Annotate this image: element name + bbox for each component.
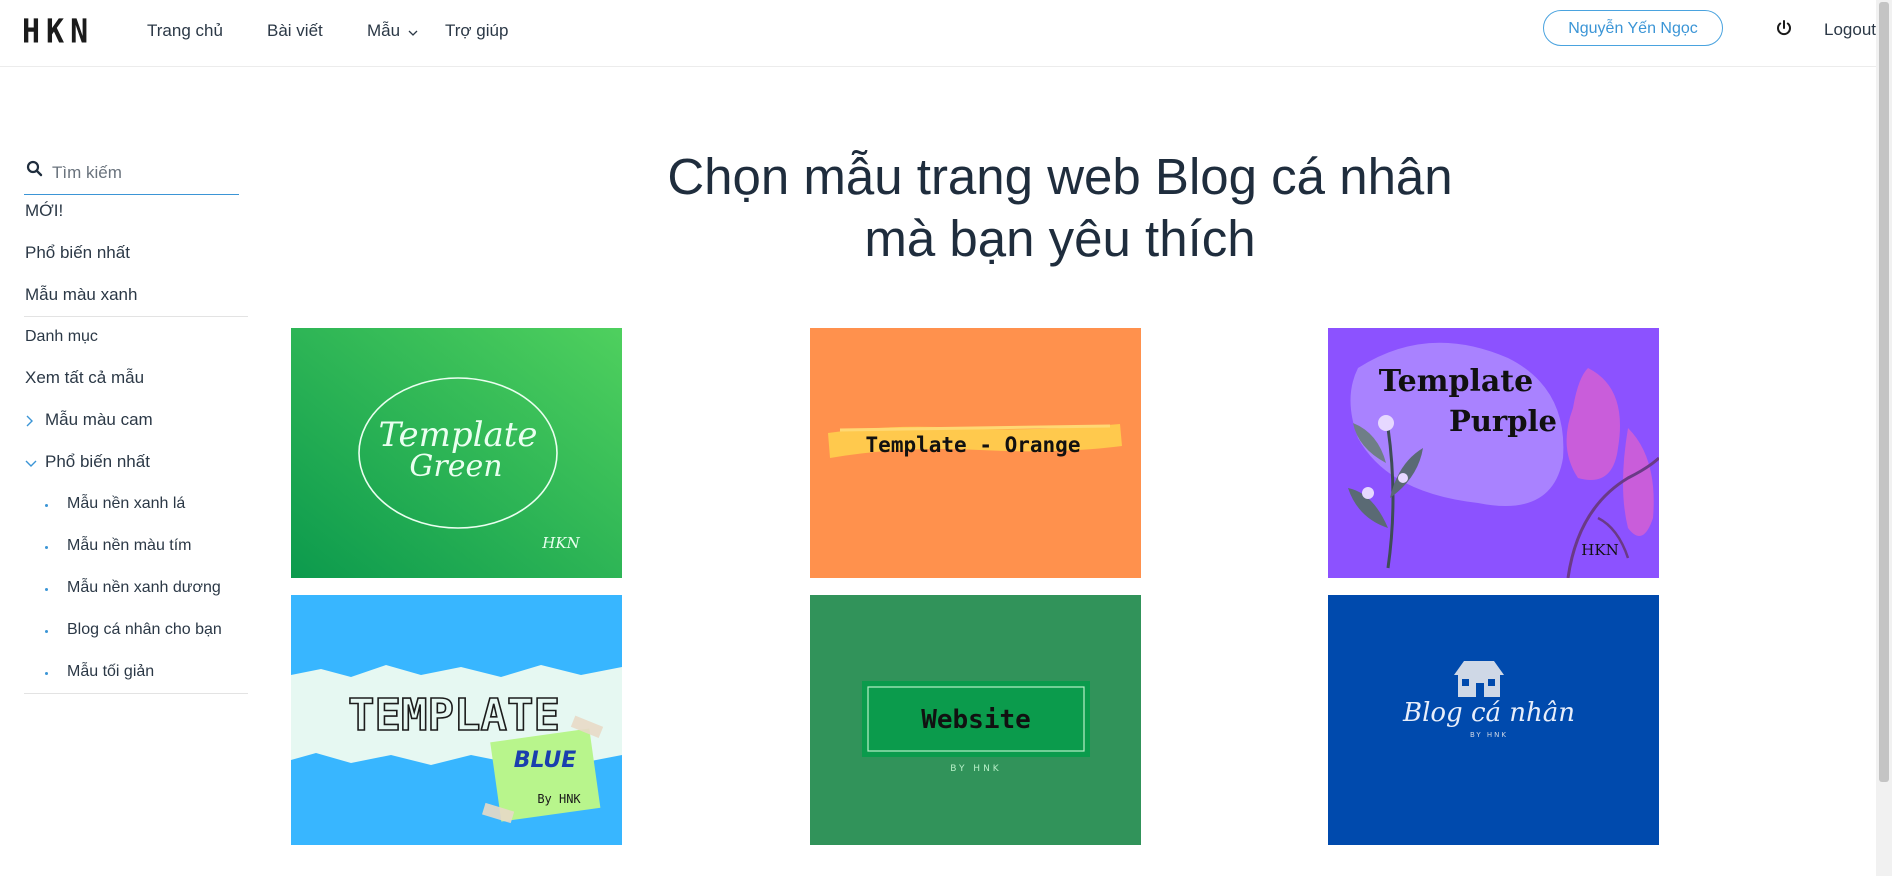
page-title-line1: Chọn mẫu trang web Blog cá nhân: [667, 148, 1453, 205]
chevron-down-icon: [408, 22, 418, 42]
chevron-right-icon[interactable]: [25, 414, 35, 432]
power-icon[interactable]: [1775, 19, 1793, 37]
page-title-line2: mà bạn yêu thích: [864, 210, 1256, 267]
bullet-dot: [45, 546, 48, 549]
house-icon: [1454, 661, 1504, 697]
scrollbar[interactable]: [1876, 0, 1892, 876]
search-box: [24, 154, 239, 195]
svg-text:HKN: HKN: [22, 14, 94, 44]
sidebar-subitem[interactable]: Mẫu nền xanh lá: [67, 495, 185, 513]
template-purple-line2: Purple: [1449, 404, 1557, 438]
nav-home[interactable]: Trang chủ: [147, 21, 223, 41]
sidebar-divider: [24, 316, 248, 317]
template-card-blog[interactable]: Blog cá nhân BY HNK: [1328, 595, 1659, 845]
logo[interactable]: HKN: [22, 13, 104, 51]
search-input[interactable]: [50, 158, 239, 188]
nav-posts[interactable]: Bài viết: [267, 21, 323, 41]
nav-help[interactable]: Trợ giúp: [445, 21, 508, 41]
template-website-label: Website: [921, 705, 1031, 735]
sidebar-divider: [24, 693, 248, 694]
template-green-brand: HKN: [541, 534, 580, 552]
template-green-line2: Green: [409, 449, 502, 484]
sidebar-heading-categories: Danh mục: [25, 328, 98, 345]
sidebar-link-new[interactable]: MỚI!: [25, 201, 63, 221]
logout-link[interactable]: Logout: [1824, 20, 1876, 40]
sidebar-subitem[interactable]: Mẫu nền màu tím: [67, 537, 192, 555]
bullet-dot: [45, 504, 48, 507]
template-website-by: BY HNK: [950, 764, 1001, 774]
sidebar-subitem[interactable]: Blog cá nhân cho bạn: [67, 621, 222, 639]
top-navbar: HKN Trang chủ Bài viết Mẫu Trợ giúp Nguy…: [0, 0, 1876, 67]
template-card-orange[interactable]: Template - Orange: [810, 328, 1141, 578]
bullet-dot: [45, 588, 48, 591]
template-blog-label: Blog cá nhân: [1402, 698, 1575, 728]
template-blue-by: By HNK: [537, 792, 581, 806]
bullet-dot: [45, 672, 48, 675]
template-blog-by: BY HNK: [1470, 731, 1508, 739]
user-profile-button[interactable]: Nguyễn Yến Ngọc: [1543, 10, 1723, 46]
template-purple-brand: HKN: [1581, 541, 1618, 559]
sidebar-link-all[interactable]: Xem tất cả mẫu: [25, 368, 144, 388]
bullet-dot: [45, 630, 48, 633]
sidebar-link-green[interactable]: Mẫu màu xanh: [25, 285, 137, 305]
template-blue-line1: TEMPLATE: [348, 690, 560, 741]
template-card-green[interactable]: Template Green HKN: [291, 328, 622, 578]
chevron-down-icon[interactable]: [25, 456, 37, 474]
nav-templates-label: Mẫu: [367, 21, 401, 40]
sidebar-subitem[interactable]: Mẫu nền xanh dương: [67, 579, 221, 597]
sidebar-link-popular[interactable]: Phổ biến nhất: [25, 243, 130, 263]
scrollbar-thumb[interactable]: [1879, 2, 1889, 782]
sidebar-subitem[interactable]: Mẫu tối giản: [67, 663, 154, 681]
page-title: Chọn mẫu trang web Blog cá nhân mà bạn y…: [560, 146, 1560, 270]
nav-templates[interactable]: Mẫu: [367, 21, 418, 42]
search-icon: [26, 160, 43, 177]
template-blue-line2: BLUE: [514, 748, 576, 773]
template-card-website[interactable]: Website BY HNK: [810, 595, 1141, 845]
template-card-purple[interactable]: Template Purple HKN: [1328, 328, 1659, 578]
sidebar-link-orange[interactable]: Mẫu màu cam: [45, 410, 153, 430]
template-purple-line1: Template: [1379, 364, 1533, 399]
sidebar-link-popular-expanded[interactable]: Phổ biến nhất: [45, 452, 150, 472]
template-orange-label: Template - Orange: [866, 433, 1081, 457]
template-card-blue[interactable]: TEMPLATE BLUE By HNK: [291, 595, 622, 845]
